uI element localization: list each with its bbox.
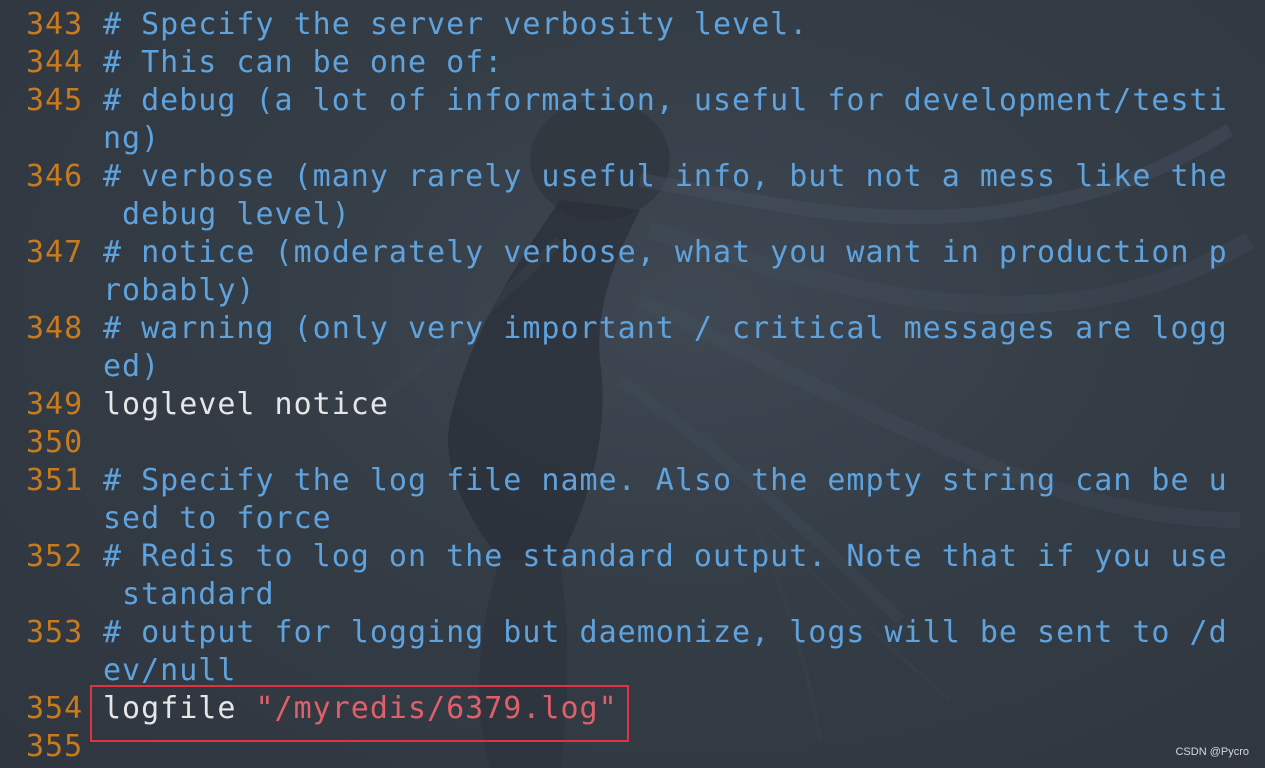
watermark: CSDN @Pycro bbox=[1175, 746, 1249, 758]
code-line-350: 350 bbox=[0, 424, 1265, 462]
wrapped-comment-text: robably) bbox=[103, 273, 256, 308]
code-line-349: 349 loglevel notice bbox=[0, 386, 1265, 424]
comment-text: # output for logging but daemonize, logs… bbox=[103, 615, 1228, 650]
comment-text: # Specify the log file name. Also the em… bbox=[103, 463, 1228, 498]
code-editor[interactable]: 343 # Specify the server verbosity level… bbox=[0, 6, 1265, 766]
comment-text: # This can be one of: bbox=[103, 45, 504, 80]
line-number: 351 bbox=[26, 463, 84, 498]
logfile-highlight-box bbox=[90, 685, 629, 742]
comment-text: # notice (moderately verbose, what you w… bbox=[103, 235, 1228, 270]
line-number: 344 bbox=[26, 45, 84, 80]
wrapped-comment-text: debug level) bbox=[103, 197, 351, 232]
line-number: 347 bbox=[26, 235, 84, 270]
code-line-343: 343 # Specify the server verbosity level… bbox=[0, 6, 1265, 44]
wrapped-comment-text: ed) bbox=[103, 349, 161, 384]
code-line-348-wrap: ed) bbox=[0, 348, 1265, 386]
code-line-347-wrap: robably) bbox=[0, 272, 1265, 310]
code-line-348: 348 # warning (only very important / cri… bbox=[0, 310, 1265, 348]
line-number: 346 bbox=[26, 159, 84, 194]
comment-text: # Redis to log on the standard output. N… bbox=[103, 539, 1228, 574]
code-line-347: 347 # notice (moderately verbose, what y… bbox=[0, 234, 1265, 272]
line-number: 343 bbox=[26, 7, 84, 42]
line-number: 354 bbox=[26, 691, 84, 726]
line-number: 349 bbox=[26, 387, 84, 422]
code-line-351-wrap: sed to force bbox=[0, 500, 1265, 538]
line-number: 345 bbox=[26, 83, 84, 118]
code-line-346-wrap: debug level) bbox=[0, 196, 1265, 234]
line-number: 355 bbox=[26, 729, 84, 764]
code-line-351: 351 # Specify the log file name. Also th… bbox=[0, 462, 1265, 500]
comment-text: # Specify the server verbosity level. bbox=[103, 7, 809, 42]
line-number: 348 bbox=[26, 311, 84, 346]
comment-text: # warning (only very important / critica… bbox=[103, 311, 1228, 346]
code-line-352: 352 # Redis to log on the standard outpu… bbox=[0, 538, 1265, 576]
comment-text: # verbose (many rarely useful info, but … bbox=[103, 159, 1228, 194]
config-directive: loglevel notice bbox=[103, 387, 389, 422]
wrapped-comment-text: ng) bbox=[103, 121, 161, 156]
line-number: 350 bbox=[26, 425, 84, 460]
code-line-352-wrap: standard bbox=[0, 576, 1265, 614]
line-number: 353 bbox=[26, 615, 84, 650]
code-line-345: 345 # debug (a lot of information, usefu… bbox=[0, 82, 1265, 120]
comment-text: # debug (a lot of information, useful fo… bbox=[103, 83, 1228, 118]
code-line-345-wrap: ng) bbox=[0, 120, 1265, 158]
wrapped-comment-text: sed to force bbox=[103, 501, 332, 536]
line-number: 352 bbox=[26, 539, 84, 574]
code-line-346: 346 # verbose (many rarely useful info, … bbox=[0, 158, 1265, 196]
code-line-353: 353 # output for logging but daemonize, … bbox=[0, 614, 1265, 652]
code-line-344: 344 # This can be one of: bbox=[0, 44, 1265, 82]
wrapped-comment-text: standard bbox=[103, 577, 275, 612]
